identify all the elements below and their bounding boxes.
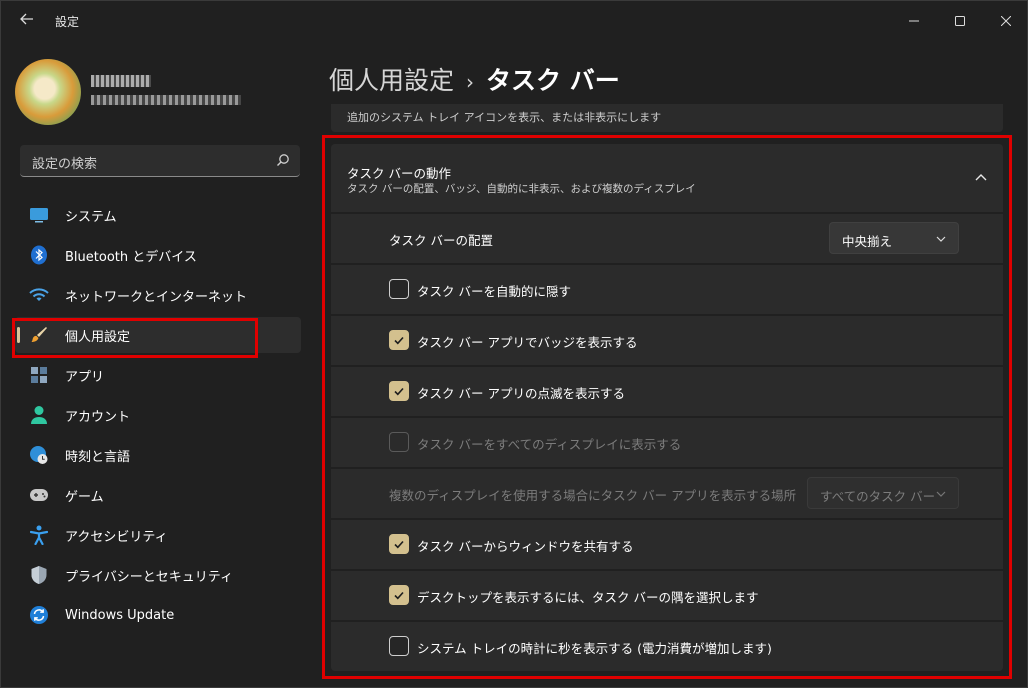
app-title: 設定 — [55, 15, 80, 29]
back-button[interactable] — [13, 11, 41, 31]
multi-display-apps-label: 複数のディスプレイを使用する場合にタスク バー アプリを表示する場所 — [389, 488, 797, 503]
globe-clock-icon — [29, 445, 49, 465]
sidebar-item-label: プライバシーとセキュリティ — [65, 569, 233, 585]
all-displays-checkbox — [389, 432, 409, 452]
sidebar-item-time-language[interactable]: 時刻と言語 — [15, 437, 301, 473]
minimize-button[interactable] — [891, 1, 937, 41]
auto-hide-row: タスク バーを自動的に隠す — [331, 265, 1003, 314]
taskbar-alignment-label: タスク バーの配置 — [389, 233, 493, 248]
share-window-label: タスク バーからウィンドウを共有する — [417, 539, 634, 554]
maximize-icon — [955, 16, 965, 26]
share-window-checkbox[interactable] — [389, 534, 409, 554]
accessibility-icon — [29, 525, 49, 545]
other-system-tray-icons-card[interactable]: 追加のシステム トレイ アイコンを表示、または非表示にします — [331, 104, 1003, 132]
sidebar-item-label: 個人用設定 — [65, 329, 131, 345]
clock-seconds-label: システム トレイの時計に秒を表示する (電力消費が増加します) — [417, 641, 772, 656]
show-flashing-row: タスク バー アプリの点滅を表示する — [331, 367, 1003, 416]
multi-display-apps-dropdown: すべてのタスク バー — [807, 477, 959, 509]
group-subtitle: タスク バーの配置、バッジ、自動的に非表示、および複数のディスプレイ — [347, 183, 696, 195]
breadcrumb-parent[interactable]: 個人用設定 — [329, 66, 454, 95]
auto-hide-checkbox[interactable] — [389, 279, 409, 299]
sidebar-item-system[interactable]: システム — [15, 197, 301, 233]
taskbar-behaviors-group: タスク バーの動作 タスク バーの配置、バッジ、自動的に非表示、および複数のディ… — [331, 144, 1003, 671]
update-icon — [29, 605, 49, 625]
avatar — [15, 59, 81, 125]
monitor-icon — [29, 205, 49, 225]
sidebar-nav: システム Bluetooth とデバイス ネットワークとインターネット 個人用設… — [15, 197, 301, 637]
taskbar-alignment-dropdown[interactable]: 中央揃え — [829, 222, 959, 254]
maximize-button[interactable] — [937, 1, 983, 41]
dropdown-value: 中央揃え — [842, 234, 893, 249]
search-icon — [277, 154, 289, 166]
close-button[interactable] — [983, 1, 1028, 41]
show-flashing-label: タスク バー アプリの点滅を表示する — [417, 386, 625, 401]
page-title: 個人用設定 › タスク バー — [329, 61, 620, 97]
sidebar-item-privacy-security[interactable]: プライバシーとセキュリティ — [15, 557, 301, 593]
taskbar-alignment-row: タスク バーの配置 中央揃え — [331, 214, 1003, 263]
all-displays-row: タスク バーをすべてのディスプレイに表示する — [331, 418, 1003, 467]
wifi-icon — [29, 285, 49, 305]
show-badges-row: タスク バー アプリでバッジを表示する — [331, 316, 1003, 365]
show-desktop-corner-checkbox[interactable] — [389, 585, 409, 605]
person-icon — [29, 405, 49, 425]
card-description: 追加のシステム トレイ アイコンを表示、または非表示にします — [347, 111, 662, 124]
sidebar-item-label: ネットワークとインターネット — [65, 289, 248, 305]
sidebar-item-accounts[interactable]: アカウント — [15, 397, 301, 433]
dropdown-value: すべてのタスク バー — [820, 489, 936, 504]
sidebar-item-bluetooth[interactable]: Bluetooth とデバイス — [15, 237, 301, 273]
checkmark-icon — [394, 591, 404, 600]
sidebar-item-label: ゲーム — [65, 489, 104, 505]
clock-seconds-row: システム トレイの時計に秒を表示する (電力消費が増加します) — [331, 622, 1003, 671]
checkmark-icon — [394, 387, 404, 396]
sidebar-item-accessibility[interactable]: アクセシビリティ — [15, 517, 301, 553]
clock-seconds-checkbox[interactable] — [389, 636, 409, 656]
sidebar-item-label: Windows Update — [65, 607, 175, 623]
show-badges-label: タスク バー アプリでバッジを表示する — [417, 335, 638, 350]
search-input[interactable]: 設定の検索 — [20, 145, 300, 177]
show-desktop-corner-row: デスクトップを表示するには、タスク バーの隅を選択します — [331, 571, 1003, 620]
sidebar-item-label: システム — [65, 209, 117, 225]
search-placeholder: 設定の検索 — [32, 157, 98, 172]
brush-icon — [29, 325, 49, 345]
close-icon — [1001, 16, 1011, 26]
back-arrow-icon — [20, 13, 33, 25]
sidebar-item-network[interactable]: ネットワークとインターネット — [15, 277, 301, 313]
show-desktop-corner-label: デスクトップを表示するには、タスク バーの隅を選択します — [417, 590, 759, 605]
active-indicator — [17, 327, 20, 343]
sidebar-item-windows-update[interactable]: Windows Update — [15, 597, 301, 633]
bluetooth-icon — [29, 245, 49, 265]
gamepad-icon — [29, 485, 49, 505]
checkmark-icon — [394, 540, 404, 549]
apps-icon — [29, 365, 49, 385]
user-profile[interactable] — [15, 59, 255, 125]
sidebar-item-label: アカウント — [65, 409, 131, 425]
breadcrumb-current: タスク バー — [486, 66, 620, 95]
sidebar-item-apps[interactable]: アプリ — [15, 357, 301, 393]
share-window-row: タスク バーからウィンドウを共有する — [331, 520, 1003, 569]
sidebar-item-personalization[interactable]: 個人用設定 — [15, 317, 301, 353]
checkmark-icon — [394, 336, 404, 345]
chevron-down-icon — [936, 236, 946, 242]
taskbar-behaviors-header[interactable]: タスク バーの動作 タスク バーの配置、バッジ、自動的に非表示、および複数のディ… — [331, 144, 1003, 212]
sidebar-item-label: Bluetooth とデバイス — [65, 249, 197, 265]
sidebar-item-label: アプリ — [65, 369, 105, 385]
show-badges-checkbox[interactable] — [389, 330, 409, 350]
profile-name-blurred — [91, 75, 151, 87]
multi-display-apps-row: 複数のディスプレイを使用する場合にタスク バー アプリを表示する場所 すべてのタ… — [331, 469, 1003, 518]
breadcrumb-separator: › — [466, 70, 475, 94]
title-bar: 設定 — [1, 1, 1028, 41]
group-title: タスク バーの動作 — [347, 166, 451, 181]
chevron-down-icon — [936, 491, 946, 497]
profile-email-blurred — [91, 95, 241, 105]
chevron-up-icon[interactable] — [973, 170, 989, 186]
sidebar-item-gaming[interactable]: ゲーム — [15, 477, 301, 513]
sidebar-item-label: 時刻と言語 — [65, 449, 131, 465]
minimize-icon — [909, 20, 919, 22]
sidebar-item-label: アクセシビリティ — [65, 529, 168, 545]
auto-hide-label: タスク バーを自動的に隠す — [417, 284, 571, 299]
show-flashing-checkbox[interactable] — [389, 381, 409, 401]
all-displays-label: タスク バーをすべてのディスプレイに表示する — [417, 437, 682, 452]
shield-icon — [29, 565, 49, 585]
